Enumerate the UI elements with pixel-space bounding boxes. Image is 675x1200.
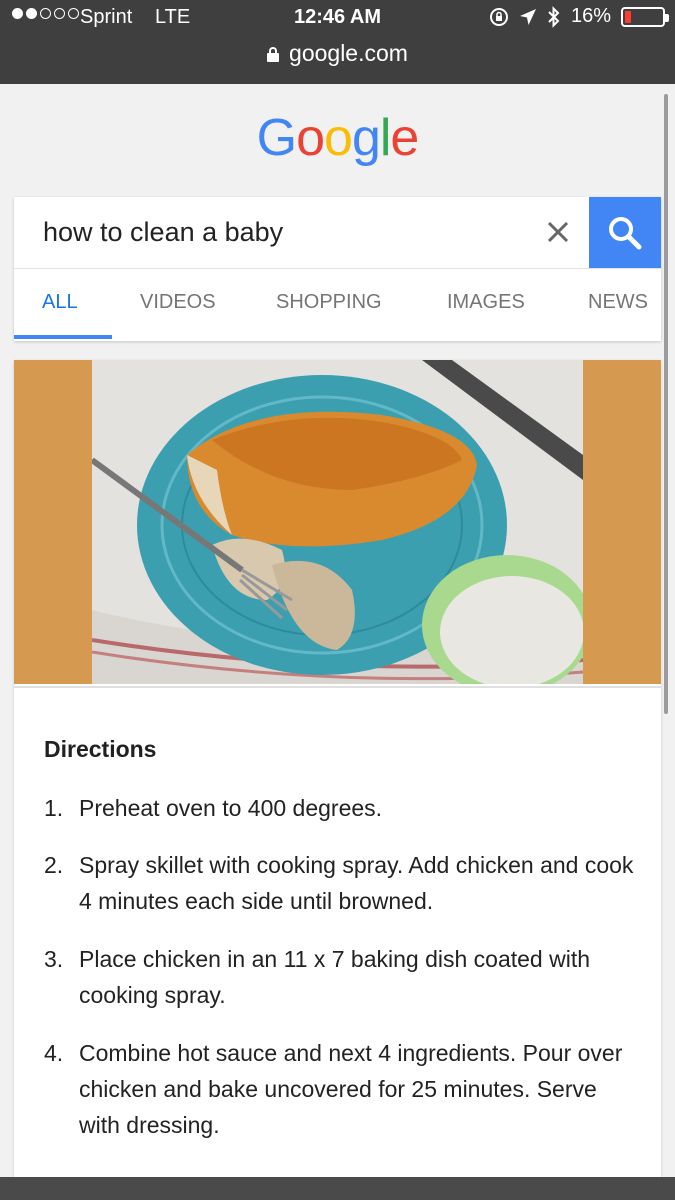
url-text: google.com xyxy=(289,40,408,66)
search-input[interactable] xyxy=(14,197,589,267)
battery-percent: 16% xyxy=(570,5,611,27)
search-tabs: ALL VIDEOS SHOPPING IMAGES NEWS xyxy=(14,269,661,341)
battery-level-fill xyxy=(625,10,631,23)
logo-letter: e xyxy=(390,109,419,167)
chicken-dish-image xyxy=(92,360,583,684)
search-card: ALL VIDEOS SHOPPING IMAGES NEWS xyxy=(14,197,661,341)
logo-letter: o xyxy=(296,109,325,167)
clear-search-button[interactable] xyxy=(540,214,576,250)
browser-toolbar xyxy=(0,1177,675,1200)
status-bar: Sprint LTE 12:46 AM 16% xyxy=(0,0,675,36)
logo-letter: o xyxy=(324,109,353,167)
logo-letter: l xyxy=(379,109,392,167)
scrollbar[interactable] xyxy=(664,94,668,714)
tab-shopping[interactable]: SHOPPING xyxy=(276,291,382,314)
step-text: Place chicken in an 11 x 7 baking dish c… xyxy=(79,946,590,1008)
logo-letter: G xyxy=(256,109,297,167)
location-arrow-icon xyxy=(519,8,536,25)
directions-heading: Directions xyxy=(44,736,157,762)
battery-icon xyxy=(621,6,669,27)
address-bar[interactable]: google.com xyxy=(0,40,675,67)
step-text: Preheat oven to 400 degrees. xyxy=(79,795,383,821)
step-number: 3. xyxy=(44,946,64,972)
rotation-lock-icon xyxy=(489,7,508,26)
active-tab-indicator xyxy=(14,335,112,339)
status-right-icons: 16% xyxy=(489,5,669,28)
tab-videos[interactable]: VIDEOS xyxy=(140,291,216,314)
lock-icon xyxy=(267,47,280,62)
google-logo[interactable]: Google xyxy=(0,108,675,168)
close-icon xyxy=(547,221,569,243)
search-button[interactable] xyxy=(589,197,661,268)
tab-all[interactable]: ALL xyxy=(42,291,78,314)
step-number: 4. xyxy=(44,1040,64,1066)
search-icon xyxy=(609,216,642,249)
browser-chrome: Sprint LTE 12:46 AM 16% google.com xyxy=(0,0,675,84)
tab-news[interactable]: NEWS xyxy=(588,291,648,314)
step-number: 1. xyxy=(44,795,64,821)
tab-images[interactable]: IMAGES xyxy=(447,291,525,314)
bluetooth-icon xyxy=(548,5,560,28)
step-text: Spray skillet with cooking spray. Add ch… xyxy=(79,852,634,914)
chicken-photo[interactable] xyxy=(92,360,583,684)
step-text: Combine hot sauce and next 4 ingredients… xyxy=(79,1040,623,1138)
step-number: 2. xyxy=(44,852,64,878)
recipe-result-card: Directions 1. Preheat oven to 400 degree… xyxy=(14,360,661,1200)
result-image-frame[interactable] xyxy=(14,360,661,684)
logo-letter: g xyxy=(351,109,381,167)
image-separator xyxy=(14,686,661,688)
